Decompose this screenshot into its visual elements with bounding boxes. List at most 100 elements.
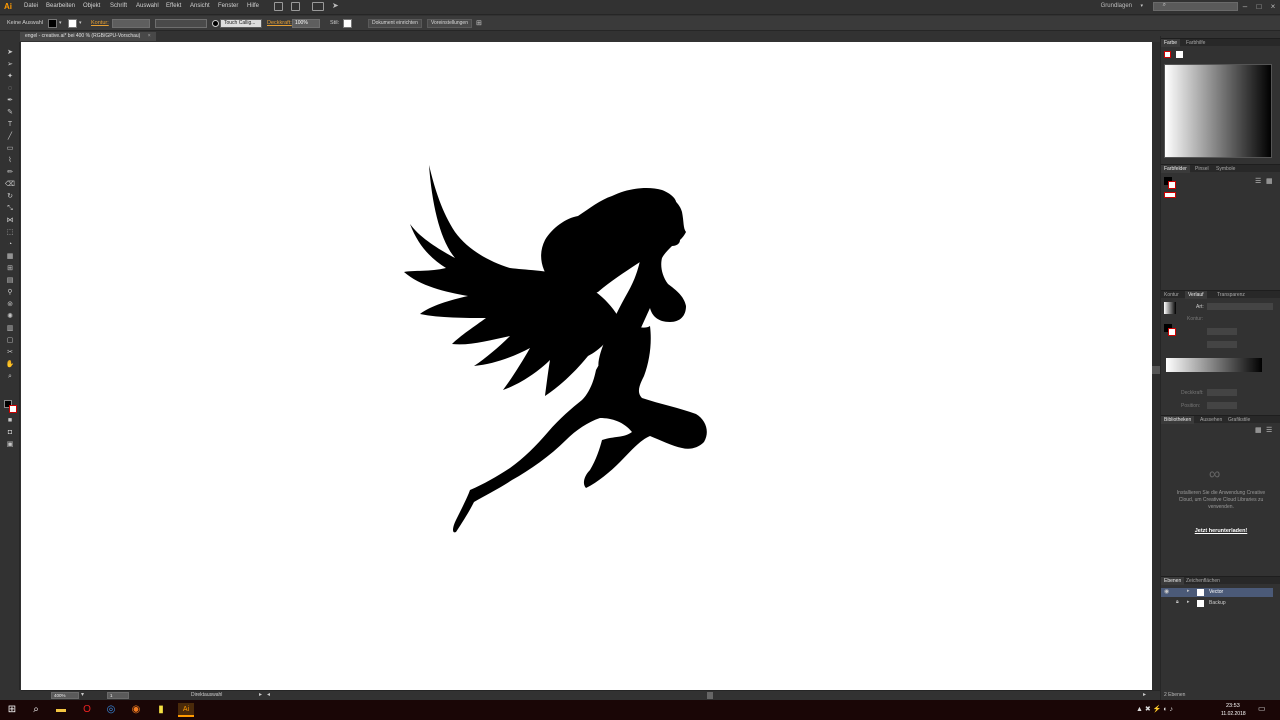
zoom-field[interactable]: 400% <box>51 692 79 699</box>
tab-zeichenflaechen[interactable]: Zeichenflächen <box>1183 577 1223 585</box>
tab-bibliotheken[interactable]: Bibliotheken <box>1161 416 1195 424</box>
stroke-color-icon[interactable] <box>9 405 17 413</box>
tab-farbe[interactable]: Farbe <box>1161 39 1181 47</box>
scroll-left-icon[interactable]: ◂ <box>267 691 270 698</box>
pencil-tool-icon[interactable]: ✏ <box>5 168 15 177</box>
symbol-sprayer-tool-icon[interactable]: ✺ <box>5 312 15 321</box>
lasso-tool-icon[interactable]: ◌ <box>5 84 15 93</box>
shape-builder-tool-icon[interactable]: ◔ <box>5 240 15 249</box>
paintbrush-tool-icon[interactable]: ⌇ <box>5 156 15 165</box>
stock-icon[interactable] <box>291 2 300 11</box>
perspective-grid-tool-icon[interactable]: ▦ <box>5 252 15 261</box>
artboard-tool-icon[interactable]: ▢ <box>5 336 15 345</box>
gradient-slider[interactable] <box>1166 358 1262 372</box>
download-link[interactable]: Jetzt herunterladen! <box>1169 528 1273 534</box>
color-stroke-icon[interactable] <box>1164 51 1171 58</box>
menu-bearbeiten[interactable]: Bearbeiten <box>46 3 75 9</box>
close-tab-icon[interactable]: × <box>148 33 151 39</box>
brush-definition-select[interactable]: Touch Callig... <box>220 19 262 28</box>
clock-date[interactable]: 11.02.2018 <box>1221 711 1246 717</box>
layer-row[interactable]: ◉ ▸ Vector <box>1161 588 1273 597</box>
artboard-number-field[interactable]: 1 <box>107 692 129 699</box>
menu-hilfe[interactable]: Hilfe <box>247 3 259 9</box>
angel-silhouette-artwork[interactable] <box>21 42 1152 690</box>
scroll-thumb[interactable] <box>1152 366 1160 374</box>
send-icon[interactable]: ➤ <box>332 1 339 10</box>
gradient-position-field[interactable] <box>1207 402 1237 409</box>
direct-selection-tool-icon[interactable]: ➢ <box>5 60 15 69</box>
document-setup-button[interactable]: Dokument einrichten <box>368 19 422 28</box>
zoom-tool-icon[interactable]: ⌕ <box>5 372 15 381</box>
swatch-none[interactable] <box>1168 181 1176 189</box>
menu-datei[interactable]: Datei <box>24 3 38 9</box>
stroke-swatch[interactable] <box>68 19 77 28</box>
type-tool-icon[interactable]: T <box>5 120 15 129</box>
tab-symbole[interactable]: Symbole <box>1213 165 1238 173</box>
slice-tool-icon[interactable]: ✂ <box>5 348 15 357</box>
chrome-icon[interactable]: ◎ <box>104 703 118 717</box>
eraser-tool-icon[interactable]: ⌫ <box>5 180 15 189</box>
screen-mode-icon[interactable]: ▣ <box>5 440 15 449</box>
artboard-canvas[interactable] <box>21 42 1152 690</box>
menu-objekt[interactable]: Objekt <box>83 3 100 9</box>
curvature-tool-icon[interactable]: ✎ <box>5 108 15 117</box>
opera-icon[interactable]: O <box>80 703 94 717</box>
rectangle-tool-icon[interactable]: ▭ <box>5 144 15 153</box>
chevron-down-icon[interactable]: ▾ <box>81 691 84 698</box>
maximize-icon[interactable]: □ <box>1254 2 1264 12</box>
tab-kontur[interactable]: Kontur <box>1161 291 1182 299</box>
gradient-opacity-field[interactable] <box>1207 389 1237 396</box>
menu-ansicht[interactable]: Ansicht <box>190 3 210 9</box>
variable-width-field[interactable] <box>155 19 207 28</box>
arrange-documents-icon[interactable] <box>312 2 324 11</box>
align-icon[interactable]: ⊞ <box>476 19 482 27</box>
hand-tool-icon[interactable]: ✋ <box>5 360 15 369</box>
tab-grafikstile[interactable]: Grafikstile <box>1225 416 1253 424</box>
fill-swatch[interactable] <box>48 19 57 28</box>
gradient-type-select[interactable] <box>1207 303 1273 310</box>
preferences-button[interactable]: Voreinstellungen <box>427 19 472 28</box>
search-icon[interactable]: ⌕ <box>29 703 43 717</box>
opacity-field[interactable]: 100% <box>292 19 320 28</box>
layer-name[interactable]: Backup <box>1209 600 1226 606</box>
line-tool-icon[interactable]: ╱ <box>5 132 15 141</box>
color-mode-icon[interactable]: ■ <box>5 416 15 425</box>
gradient-aspect-field[interactable] <box>1207 341 1237 348</box>
mesh-tool-icon[interactable]: ⊞ <box>5 264 15 273</box>
gradient-preview[interactable] <box>1164 302 1176 314</box>
tab-aussehen[interactable]: Aussehen <box>1197 416 1225 424</box>
notifications-icon[interactable]: ▭ <box>1258 704 1266 713</box>
tab-farbfelder[interactable]: Farbfelder <box>1161 165 1190 173</box>
color-spectrum[interactable] <box>1164 64 1272 158</box>
draw-mode-icon[interactable]: ◘ <box>5 428 15 437</box>
swatch-registration[interactable] <box>1164 192 1176 198</box>
tab-transparenz[interactable]: Transparenz <box>1214 291 1248 299</box>
free-transform-tool-icon[interactable]: ⬚ <box>5 228 15 237</box>
list-view-icon[interactable]: ☰ <box>1255 177 1261 185</box>
visibility-eye-icon[interactable]: ◉ <box>1164 588 1169 595</box>
notes-icon[interactable]: ▮ <box>154 703 168 717</box>
vertical-scrollbar[interactable] <box>1152 42 1160 690</box>
hscroll-thumb[interactable] <box>707 692 713 699</box>
expand-arrow-icon[interactable]: ▸ <box>1187 588 1190 594</box>
menu-fenster[interactable]: Fenster <box>218 3 238 9</box>
firefox-icon[interactable]: ◉ <box>129 703 143 717</box>
gradient-tool-icon[interactable]: ▤ <box>5 276 15 285</box>
magic-wand-tool-icon[interactable]: ✦ <box>5 72 15 81</box>
pen-tool-icon[interactable]: ✒ <box>5 96 15 105</box>
menu-schrift[interactable]: Schrift <box>110 3 127 9</box>
tab-ebenen[interactable]: Ebenen <box>1161 577 1185 585</box>
layer-row[interactable]: 🔒︎ ▸ Backup <box>1161 599 1273 608</box>
menu-auswahl[interactable]: Auswahl <box>136 3 159 9</box>
gradient-stroke-icon[interactable] <box>1168 328 1176 336</box>
selection-tool-icon[interactable]: ➤ <box>5 48 15 57</box>
menu-effekt[interactable]: Effekt <box>166 3 181 9</box>
grid-view-icon[interactable]: ▦ <box>1266 177 1273 185</box>
scroll-right-icon[interactable]: ▸ <box>1143 691 1146 698</box>
workspace-switcher[interactable]: Grundlagen <box>1101 3 1132 9</box>
blend-tool-icon[interactable]: ⊚ <box>5 300 15 309</box>
list-view-icon[interactable]: ☰ <box>1266 426 1272 434</box>
rotate-tool-icon[interactable]: ↻ <box>5 192 15 201</box>
chevron-down-icon[interactable]: ▾ <box>59 20 62 26</box>
grid-view-icon[interactable]: ▦ <box>1255 426 1262 434</box>
